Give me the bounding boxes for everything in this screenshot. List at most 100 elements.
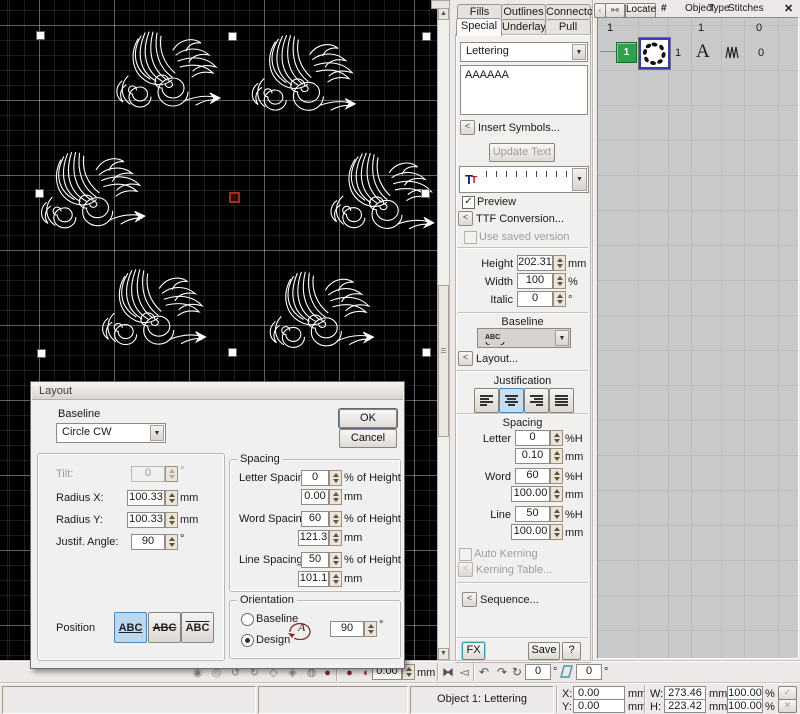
lettering-text-input[interactable]: AAAAAA — [460, 65, 588, 115]
rotate-icon[interactable]: ↻ — [511, 665, 523, 679]
width-spinner[interactable] — [553, 273, 566, 289]
line-spacing-dlg-mm[interactable]: 101.1 — [298, 571, 329, 587]
letter-spacing-dlg-mm[interactable]: 0.00 — [301, 489, 329, 505]
w-pct-field[interactable]: 100.00 — [727, 686, 763, 700]
chevron-down-icon[interactable]: ▼ — [572, 44, 586, 60]
word-spacing-dlg-mm-spin[interactable] — [329, 530, 342, 546]
cancel-button[interactable]: Cancel — [339, 429, 397, 448]
justify-right-button[interactable] — [524, 388, 549, 413]
selection-handle-w[interactable] — [35, 189, 44, 198]
line-spacing-dlg-pct-spin[interactable] — [329, 552, 342, 568]
radius-y-spinner[interactable] — [165, 512, 178, 528]
position-baseline-under-button[interactable]: ABC — [114, 612, 147, 643]
layout-dialog[interactable]: Layout Baseline Circle CW ▼ OK Cancel Ti… — [30, 381, 405, 669]
orientation-angle-spinner[interactable] — [364, 621, 377, 637]
tab-outlines[interactable]: Outlines — [501, 4, 546, 19]
justify-full-button[interactable] — [549, 388, 574, 413]
word-spacing-dlg-mm[interactable]: 121.3 — [298, 530, 329, 546]
rotate-angle-field[interactable]: 0 — [525, 664, 551, 680]
object-thumbnail[interactable] — [639, 38, 670, 69]
tab-connectors[interactable]: Connectors — [545, 4, 591, 19]
letter-spacing-mm-spinner[interactable] — [550, 448, 563, 464]
object-list[interactable]: 1 1 0 1 — [597, 17, 799, 659]
radius-x-field[interactable]: 100.33 — [127, 490, 165, 506]
object-row[interactable]: 1 1 A — [598, 37, 796, 70]
panel-shrink-icon[interactable]: »« — [605, 3, 625, 18]
italic-spinner[interactable] — [553, 291, 566, 307]
font-select[interactable]: T T ▼ — [459, 166, 589, 193]
w-field[interactable]: 273.46 — [664, 686, 706, 700]
justify-center-button[interactable] — [499, 388, 524, 413]
tab-fills[interactable]: Fills — [457, 4, 502, 19]
ttf-conversion-expand-icon[interactable]: < — [458, 211, 473, 226]
selection-handle-sw[interactable] — [37, 349, 46, 358]
insert-symbols-expand-icon[interactable]: < — [460, 120, 475, 135]
baseline-select[interactable]: ABC ▼ — [477, 328, 571, 348]
position-baseline-over-button[interactable]: ABC — [181, 612, 214, 643]
help-button[interactable]: ? — [562, 642, 581, 660]
italic-field[interactable]: 0 — [517, 291, 553, 307]
layout-button[interactable]: Layout... — [476, 353, 518, 365]
sequence-expand-icon[interactable]: < — [462, 592, 477, 607]
justif-angle-spinner[interactable] — [165, 534, 178, 550]
x-field[interactable]: 0.00 — [573, 686, 625, 700]
skew-angle-field[interactable]: 0 — [576, 664, 602, 680]
flip-horizontal-icon[interactable]: ⧓ — [441, 665, 455, 679]
selection-handle-ne[interactable] — [422, 32, 431, 41]
line-spacing-pct-spinner[interactable] — [550, 506, 563, 522]
y-field[interactable]: 0.00 — [573, 699, 625, 713]
position-baseline-middle-button[interactable]: ABC — [148, 612, 181, 643]
letter-spacing-mm-field[interactable]: 0.10 — [515, 448, 550, 464]
word-spacing-dlg-pct-spin[interactable] — [329, 511, 342, 527]
orientation-design-radio[interactable] — [241, 634, 254, 647]
selection-handle-se[interactable] — [422, 348, 431, 357]
letter-spacing-pct-field[interactable]: 0 — [515, 430, 550, 446]
mirror-icon[interactable]: ◅ — [457, 665, 471, 679]
rotate-cw-icon[interactable]: ↷ — [495, 665, 509, 679]
ok-button[interactable]: OK — [339, 409, 397, 428]
h-pct-field[interactable]: 100.00 — [727, 699, 763, 713]
justify-left-button[interactable] — [474, 388, 499, 413]
selection-handle-e[interactable] — [421, 189, 430, 198]
height-field[interactable]: 202.31 — [517, 255, 553, 271]
selection-handle-s[interactable] — [228, 348, 237, 357]
word-spacing-mm-spinner[interactable] — [550, 486, 563, 502]
rotate-ccw-icon[interactable]: ↶ — [477, 665, 491, 679]
line-spacing-mm-spinner[interactable] — [550, 524, 563, 540]
preview-checkbox[interactable]: ✓ — [462, 196, 475, 209]
word-spacing-mm-field[interactable]: 100.00 — [511, 486, 550, 502]
selection-handle-n[interactable] — [228, 32, 237, 41]
h-field[interactable]: 223.42 — [664, 699, 706, 713]
insert-symbols-button[interactable]: Insert Symbols... — [478, 122, 560, 134]
layout-expand-icon[interactable]: < — [458, 351, 473, 366]
selection-handle-nw[interactable] — [36, 31, 45, 40]
skew-icon[interactable] — [560, 665, 573, 678]
width-field[interactable]: 100 — [517, 273, 553, 289]
scroll-thumb[interactable] — [438, 285, 449, 437]
line-spacing-dlg-pct[interactable]: 50 — [301, 552, 329, 568]
word-spacing-dlg-pct[interactable]: 60 — [301, 511, 329, 527]
tab-underlay[interactable]: Underlay — [501, 19, 546, 34]
fx-button[interactable]: FX — [462, 642, 485, 660]
orientation-angle-field[interactable]: 90 — [330, 621, 364, 637]
word-spacing-pct-spinner[interactable] — [550, 468, 563, 484]
save-button[interactable]: Save — [528, 642, 560, 660]
locate-button[interactable]: Locate — [625, 3, 656, 18]
ttf-conversion-button[interactable]: TTF Conversion... — [476, 213, 564, 225]
letter-spacing-pct-spinner[interactable] — [550, 430, 563, 446]
tab-special[interactable]: Special — [456, 18, 502, 36]
letter-spacing-dlg-pct[interactable]: 0 — [301, 470, 329, 486]
chevron-down-icon[interactable]: ▼ — [555, 330, 569, 346]
word-spacing-pct-field[interactable]: 60 — [515, 468, 550, 484]
line-spacing-pct-field[interactable]: 50 — [515, 506, 550, 522]
radius-x-spinner[interactable] — [165, 490, 178, 506]
tab-pull-comp[interactable]: Pull Comp — [545, 19, 591, 34]
line-spacing-mm-field[interactable]: 100.00 — [511, 524, 550, 540]
close-icon[interactable]: ✕ — [784, 2, 793, 15]
chevron-down-icon[interactable]: ▼ — [150, 425, 164, 441]
thread-color-chip[interactable]: 1 — [616, 42, 637, 63]
rotation-center-marker[interactable] — [229, 192, 240, 203]
sequence-button[interactable]: Sequence... — [480, 594, 539, 606]
scroll-up-icon[interactable]: ▲ — [438, 8, 449, 20]
radius-y-field[interactable]: 100.33 — [127, 512, 165, 528]
